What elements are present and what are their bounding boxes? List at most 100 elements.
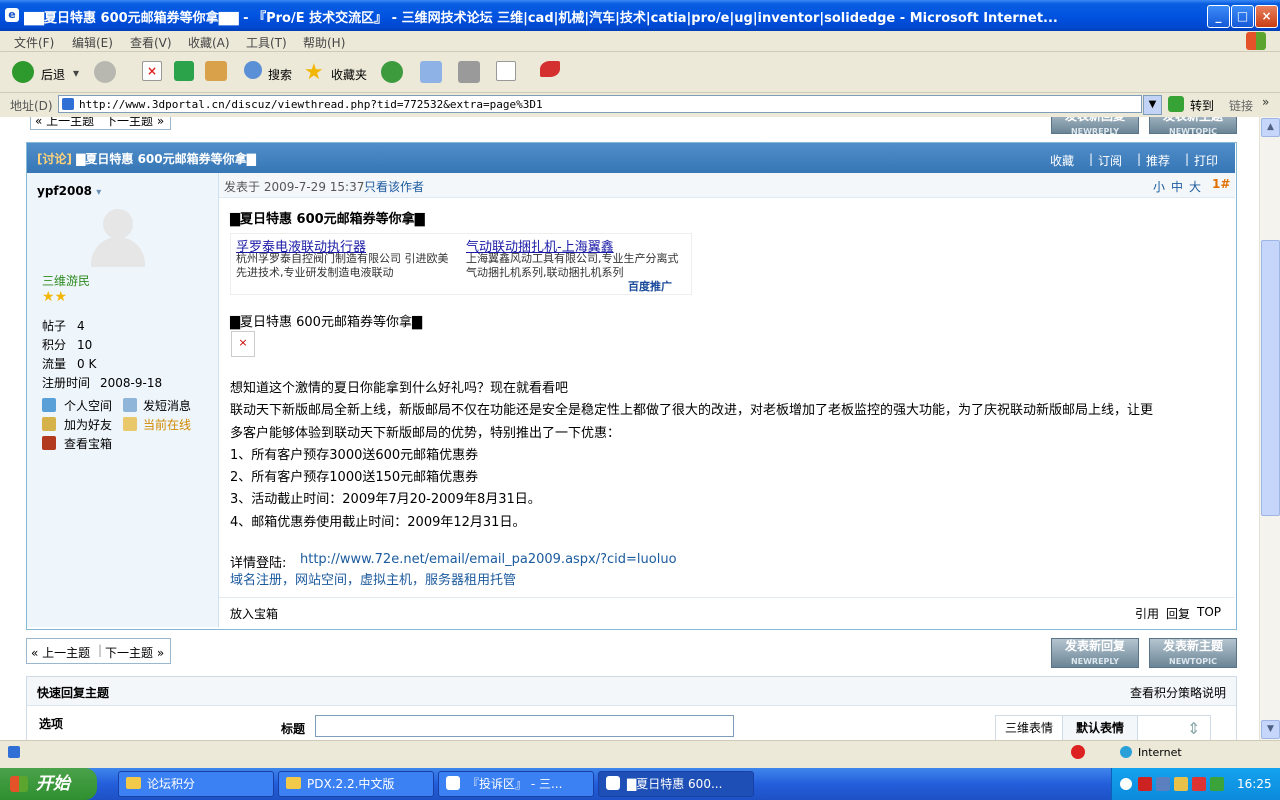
post-text: 想知道这个激情的夏日你能拿到什么好礼吗？现在就看看吧 联动天下新版邮局全新上线，… — [230, 378, 1230, 534]
online-icon — [123, 417, 137, 431]
security-warning-icon[interactable] — [1174, 777, 1188, 791]
menu-help[interactable]: 帮助(H) — [303, 34, 345, 51]
stat-points: 积分 10 — [42, 338, 93, 352]
back-dropdown-icon[interactable]: ▾ — [73, 66, 79, 80]
author-stats: 帖子 4 积分 10 流量 0 K 注册时间 2008-9-18 — [42, 317, 162, 393]
reply-button[interactable]: 发表新回复 NEWREPLY — [1051, 638, 1139, 668]
home-space-icon — [42, 398, 56, 412]
user-rank: 三维游民 — [42, 274, 91, 288]
home-icon[interactable] — [205, 61, 227, 81]
post-header: [讨论] ▇夏日特惠 600元邮箱券等你拿▇ 收藏 | 订阅 | 推荐 | 打印 — [27, 143, 1235, 173]
recommend-link[interactable]: 推荐 — [1146, 152, 1170, 169]
scroll-thumb[interactable] — [1261, 240, 1280, 516]
close-button[interactable]: × — [1255, 5, 1278, 28]
view-treasure-link[interactable]: 查看宝箱 — [64, 435, 112, 452]
tray-app-icon[interactable] — [1138, 777, 1152, 791]
put-in-treasure-link[interactable]: 放入宝箱 — [230, 605, 278, 622]
stop-icon[interactable]: × — [142, 61, 162, 81]
popup-blocked-icon[interactable] — [1071, 745, 1085, 759]
zone-label: Internet — [1138, 746, 1182, 759]
add-friend-link[interactable]: 加为好友 — [64, 416, 112, 433]
antivirus-icon[interactable] — [1192, 777, 1206, 791]
top-link[interactable]: TOP — [1197, 605, 1221, 619]
avatar[interactable] — [87, 209, 149, 267]
send-pm-link[interactable]: 发短消息 — [143, 397, 191, 414]
font-small-link[interactable]: 小 — [1153, 178, 1165, 195]
rank-star-icon: ★★ — [42, 289, 68, 305]
favorites-button-label[interactable]: 收藏夹 — [331, 66, 367, 83]
bottom-next-thread-link[interactable]: 下一主题 » — [105, 644, 164, 661]
post-body: 发表于 2009-7-29 15:37 只看该作者 小 中 大 1# ▇夏日特惠… — [219, 173, 1235, 627]
task-folder-pdx[interactable]: PDX.2.2.中文版 — [278, 771, 434, 797]
message-icon — [123, 398, 137, 412]
menu-file[interactable]: 文件(F) — [14, 34, 54, 51]
quote-link[interactable]: 引用 — [1135, 605, 1159, 622]
edit-icon[interactable] — [496, 61, 516, 81]
messenger-icon[interactable] — [540, 61, 560, 77]
points-policy-link[interactable]: 查看积分策略说明 — [1130, 684, 1226, 701]
subject-label: 标题 — [281, 722, 306, 736]
baidu-ad-badge[interactable]: 百度推广 — [628, 278, 672, 294]
tab-3d-emoticons[interactable]: 三维表情 — [996, 716, 1063, 742]
tab-default-emoticons[interactable]: 默认表情 — [1063, 716, 1138, 742]
maximize-button[interactable]: □ — [1231, 5, 1254, 28]
post-line: 想知道这个激情的夏日你能拿到什么好礼吗？现在就看看吧 — [230, 381, 569, 396]
post-date: 发表于 2009-7-29 15:37 — [224, 180, 365, 194]
url-field[interactable]: http://www.3dportal.cn/discuz/viewthread… — [58, 95, 1142, 113]
vertical-scrollbar[interactable]: ▲ ▼ — [1259, 117, 1280, 740]
toolbar: 后退 ▾ × 搜索 ★ 收藏夹 — [0, 52, 1280, 93]
refresh-icon[interactable] — [174, 61, 194, 81]
tray-expand-icon[interactable] — [1120, 778, 1132, 790]
windows-logo-icon — [1246, 32, 1266, 50]
search-button-label[interactable]: 搜索 — [268, 66, 292, 83]
font-medium-link[interactable]: 中 — [1171, 178, 1183, 195]
scroll-up-icon[interactable]: ▲ — [1261, 118, 1280, 137]
author-name[interactable]: ypf2008 ▾ — [37, 184, 101, 198]
back-button-label[interactable]: 后退 — [41, 66, 65, 83]
ie-icon — [446, 776, 460, 790]
task-ie-current[interactable]: ▇夏日特惠 600... — [598, 771, 754, 797]
clock: 16:25 — [1237, 777, 1272, 791]
forward-icon[interactable] — [94, 61, 116, 83]
detail-link[interactable]: http://www.72e.net/email/email_pa2009.as… — [300, 552, 677, 567]
subject-input[interactable] — [315, 715, 734, 737]
footer-links[interactable]: 域名注册，网站空间，虚拟主机，服务器租用托管 — [230, 569, 516, 588]
task-folder-points[interactable]: 论坛积分 — [118, 771, 274, 797]
task-ie-complaints[interactable]: 『投诉区』 - 三... — [438, 771, 594, 797]
ie-icon — [606, 776, 620, 790]
reply-link[interactable]: 回复 — [1166, 605, 1190, 622]
minimize-button[interactable]: _ — [1207, 5, 1230, 28]
menu-tools[interactable]: 工具(T) — [246, 34, 287, 51]
expand-arrows-icon[interactable]: ⇕ — [1187, 719, 1200, 738]
post-line: 联动天下新版邮局全新上线，新版邮局不仅在功能还是安全是稳定性上都做了很大的改进，… — [230, 403, 1154, 419]
shield-icon[interactable] — [1210, 777, 1224, 791]
bottom-prev-thread-link[interactable]: « 上一主题 — [31, 644, 90, 661]
back-icon[interactable] — [12, 61, 34, 83]
newtopic-button[interactable]: 发表新主题 NEWTOPIC — [1149, 638, 1237, 668]
taskbar: 开始 论坛积分 PDX.2.2.中文版 『投诉区』 - 三... ▇夏日特惠 6… — [0, 768, 1280, 800]
font-large-link[interactable]: 大 — [1189, 178, 1201, 195]
menu-edit[interactable]: 编辑(E) — [72, 34, 113, 51]
ie-icon: e — [5, 8, 19, 22]
menu-view[interactable]: 查看(V) — [130, 34, 172, 51]
post-title: [讨论] ▇夏日特惠 600元邮箱券等你拿▇ — [37, 152, 256, 166]
scroll-down-icon[interactable]: ▼ — [1261, 720, 1280, 739]
favorite-post-link[interactable]: 收藏 — [1050, 152, 1074, 169]
mail-icon[interactable] — [420, 61, 442, 83]
print-link[interactable]: 打印 — [1194, 152, 1218, 169]
folder-icon — [126, 777, 141, 789]
post-line: 2、所有客户预存1000送150元邮箱优惠券 — [230, 470, 479, 486]
personal-space-link[interactable]: 个人空间 — [64, 397, 112, 414]
author-only-link[interactable]: 只看该作者 — [364, 178, 424, 195]
post-heading: ▇夏日特惠 600元邮箱券等你拿▇ — [230, 212, 425, 227]
menu-favorites[interactable]: 收藏(A) — [188, 34, 230, 51]
start-logo-icon — [10, 776, 28, 792]
network-icon[interactable] — [1156, 777, 1170, 791]
history-icon[interactable] — [381, 61, 403, 83]
print-icon[interactable] — [458, 61, 480, 83]
quick-reply-title: 快速回复主题 — [37, 686, 110, 700]
favorites-icon[interactable]: ★ — [304, 60, 324, 85]
options-label: 选项 — [39, 717, 64, 731]
search-icon[interactable] — [244, 61, 262, 79]
subscribe-link[interactable]: 订阅 — [1098, 152, 1122, 169]
